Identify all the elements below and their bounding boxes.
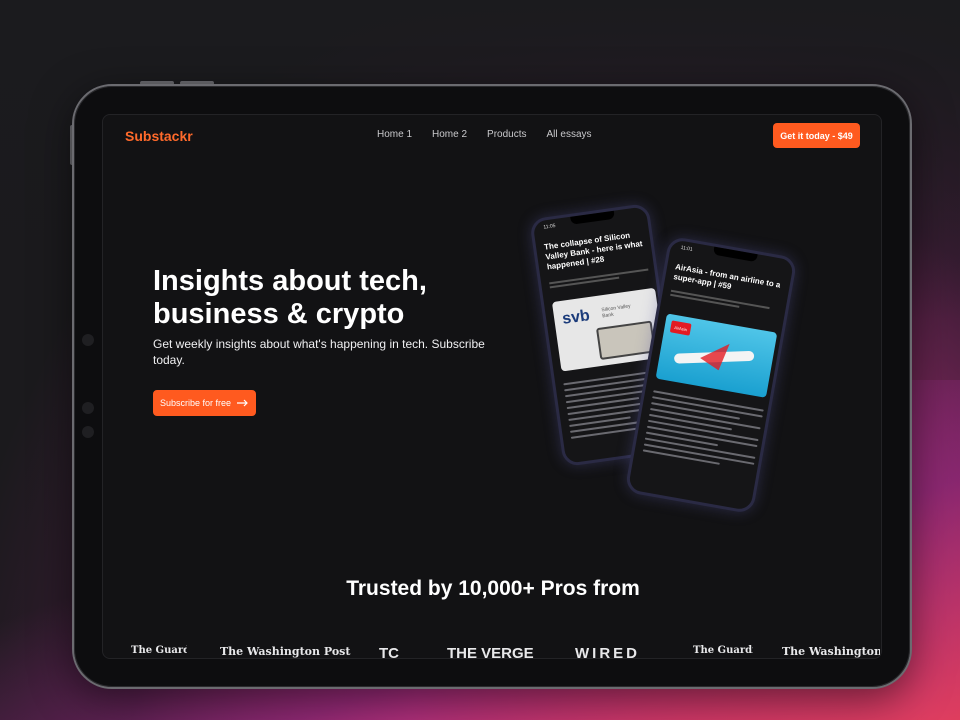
ipad-sensor <box>82 334 94 346</box>
publication-logo: The Washington Post <box>220 645 351 658</box>
publication-logo: The Washington Post <box>782 645 880 658</box>
article-title: The collapse of Silicon Valley Bank - he… <box>543 230 644 272</box>
publication-logo: The Guardian <box>693 645 753 656</box>
hero-title: Insights about tech, business & crypto <box>153 265 427 330</box>
nav-links: Home 1 Home 2 Products All essays <box>377 129 592 140</box>
hero-subtitle: Get weekly insights about what's happeni… <box>153 337 485 367</box>
nav-link-home-1[interactable]: Home 1 <box>377 129 412 140</box>
top-nav: Substackr Home 1 Home 2 Products All ess… <box>103 115 881 159</box>
publication-logo: The Guardian <box>131 645 187 656</box>
airasia-logo: AirAsia <box>669 320 692 336</box>
nav-link-home-2[interactable]: Home 2 <box>432 129 467 140</box>
publication-logo: WIRED <box>575 645 640 659</box>
subscribe-button[interactable]: Subscribe for free <box>153 390 256 416</box>
ipad-sensor <box>82 426 94 438</box>
subscribe-button-label: Subscribe for free <box>159 398 232 408</box>
ipad-sensor <box>82 402 94 414</box>
get-it-today-button[interactable]: Get it today - $49 <box>773 123 860 148</box>
phone-time: 11:05 <box>543 222 556 231</box>
airasia-image: AirAsia <box>655 313 778 398</box>
website-screen: Substackr Home 1 Home 2 Products All ess… <box>102 114 882 659</box>
logo[interactable]: Substackr <box>125 128 193 144</box>
phone-notch <box>570 210 615 225</box>
nav-link-all-essays[interactable]: All essays <box>547 129 592 140</box>
publication-logo: TC <box>379 645 399 659</box>
svb-sign <box>595 320 656 361</box>
svb-logo-text: svb <box>561 307 591 328</box>
publication-logos: The Guardian The Washington Post TC THE … <box>103 645 881 659</box>
trusted-heading: Trusted by 10,000+ Pros from <box>346 577 640 600</box>
article-body <box>642 390 764 474</box>
svb-logo-subtext: Silicon Valley Bank <box>601 303 632 320</box>
phone-time: 11:01 <box>680 244 694 253</box>
phone-notch <box>712 246 758 263</box>
nav-link-products[interactable]: Products <box>487 129 526 140</box>
publication-logo: THE VERGE <box>447 645 534 659</box>
arrow-right-icon <box>237 399 248 407</box>
